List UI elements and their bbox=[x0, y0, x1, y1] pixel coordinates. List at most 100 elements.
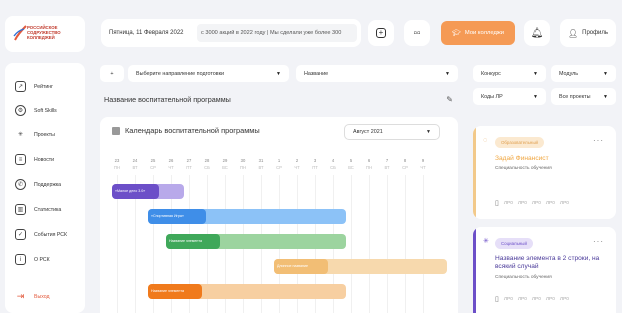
sidebar-item-soft-skills[interactable]: ⚙ Soft Skills bbox=[15, 105, 57, 116]
sidebar-item-label: О РСК bbox=[34, 256, 50, 263]
sidebar-item-label: События РСК bbox=[34, 231, 68, 238]
logo-icon bbox=[13, 25, 27, 41]
contest-select[interactable]: Конкурс ▼ bbox=[473, 65, 546, 82]
sidebar-item-projects[interactable]: ✳ Проекты bbox=[15, 129, 55, 140]
day-gridline bbox=[405, 175, 406, 313]
sidebar: ↗ Рейтинг ⚙ Soft Skills ✳ Проекты ≡ Ново… bbox=[5, 63, 85, 313]
sidebar-item-label: Выход bbox=[34, 293, 50, 300]
document-icon: ≡ bbox=[15, 154, 26, 165]
sidebar-item-label: Поддержка bbox=[34, 181, 62, 188]
weekday-label: ПН bbox=[365, 165, 373, 170]
gantt-bar[interactable]: Название элемента bbox=[166, 234, 346, 249]
my-colleges-button[interactable]: 🎓︎ Мои колледжи bbox=[441, 21, 515, 45]
calendar-icon bbox=[112, 126, 120, 135]
logo[interactable]: РОССИЙСКОЕ СОДРУЖЕСТВО КОЛЛЕДЖЕЙ bbox=[5, 16, 85, 52]
gantt-bar[interactable]: «Спортивная Игра» bbox=[148, 209, 346, 224]
caret-down-icon: ▼ bbox=[276, 70, 281, 77]
weekday-label: ПН bbox=[113, 165, 121, 170]
direction-select[interactable]: Выберите направление подготовки ▼ bbox=[128, 65, 289, 82]
gantt-bar[interactable]: Название элемента bbox=[148, 284, 346, 299]
weekday-label: ЧТ bbox=[168, 165, 174, 170]
day-number: 26 bbox=[168, 158, 174, 163]
day-column-header: 7 ВТ bbox=[378, 157, 396, 171]
add-filter-button[interactable]: + bbox=[100, 65, 124, 82]
user-icon: 👤︎ bbox=[567, 28, 579, 38]
day-column-header: 25 СР bbox=[144, 157, 162, 171]
day-number: 5 bbox=[349, 158, 353, 163]
sidebar-item-support[interactable]: ✆ Поддержка bbox=[15, 179, 61, 190]
event-card[interactable]: ✳ Социальный ··· Название элемента в 2 с… bbox=[473, 227, 616, 313]
edit-icon[interactable]: ✎ bbox=[446, 95, 453, 104]
clock-icon: ◌ bbox=[483, 137, 488, 144]
weekday-label: ВС bbox=[222, 165, 228, 170]
calendar-title: Календарь воспитательной программы bbox=[125, 126, 260, 135]
weekday-label: СР bbox=[150, 165, 156, 170]
info-icon: i bbox=[15, 254, 26, 265]
codes-select[interactable]: Коды ЛР ▼ bbox=[473, 88, 546, 105]
weekday-label: ПТ bbox=[186, 165, 192, 170]
grid-button[interactable]: ▫▫ bbox=[404, 20, 430, 46]
gear-icon: ⚙ bbox=[15, 105, 26, 116]
weekday-label: ВТ bbox=[384, 165, 390, 170]
caret-down-icon: ▼ bbox=[533, 70, 538, 77]
stats-icon: ▥ bbox=[15, 204, 26, 215]
sidebar-item-rating[interactable]: ↗ Рейтинг bbox=[15, 81, 53, 92]
code-label: ЛР0 bbox=[559, 200, 569, 206]
day-column-header: 28 СБ bbox=[198, 157, 216, 171]
day-column-header: 29 ВС bbox=[216, 157, 234, 171]
module-select[interactable]: Модуль ▼ bbox=[551, 65, 616, 82]
sidebar-item-exit[interactable]: ⇥ Выход bbox=[15, 291, 50, 302]
notifications-button[interactable]: 🔔︎ bbox=[524, 20, 550, 46]
day-column-header: 30 ПН bbox=[234, 157, 252, 171]
loader-icon: ✳ bbox=[17, 132, 24, 138]
gantt-bar[interactable]: «Малое дело 3.0» bbox=[112, 184, 184, 199]
module-select-value: Модуль bbox=[559, 70, 579, 77]
card-title: Название элемента в 2 строки, на всякий … bbox=[495, 255, 600, 270]
projects-select[interactable]: Все проекты ▼ bbox=[551, 88, 616, 105]
more-icon[interactable]: ··· bbox=[593, 136, 604, 145]
sidebar-item-statistics[interactable]: ▥ Статистика bbox=[15, 204, 61, 215]
bell-icon: 🔔︎ bbox=[530, 27, 544, 39]
chart-icon: ↗ bbox=[15, 81, 26, 92]
add-button[interactable]: + bbox=[368, 20, 394, 46]
sidebar-item-events[interactable]: ✓ События РСК bbox=[15, 229, 67, 240]
weekday-label: СР bbox=[402, 165, 408, 170]
gantt-bar-label: «Спортивная Игра» bbox=[148, 209, 206, 224]
gantt-bar[interactable]: Длинное название bbox=[274, 259, 447, 274]
sidebar-item-label: Статистика bbox=[34, 206, 62, 213]
day-gridline bbox=[369, 175, 370, 313]
profile-button[interactable]: 👤︎ Профиль bbox=[560, 19, 616, 47]
day-number: 6 bbox=[367, 158, 371, 163]
sidebar-item-news[interactable]: ≡ Новости bbox=[15, 154, 54, 165]
day-number: 4 bbox=[331, 158, 335, 163]
gantt-bar-label: Название элемента bbox=[166, 234, 220, 249]
chat-icon: ✆ bbox=[15, 179, 26, 190]
gantt-bar-label: «Малое дело 3.0» bbox=[112, 184, 159, 199]
name-select[interactable]: Название ▼ bbox=[296, 65, 458, 82]
current-date: Пятница, 11 Февраля 2022 bbox=[109, 30, 184, 36]
day-column-header: 9 ЧТ bbox=[414, 157, 432, 171]
code-label: ЛР0 bbox=[503, 200, 513, 206]
plus-icon: + bbox=[110, 70, 114, 77]
gantt-bar-label: Длинное название bbox=[274, 259, 328, 274]
event-card[interactable]: ◌ Образовательный ··· Задай Финансист Сп… bbox=[473, 126, 616, 219]
more-icon[interactable]: ··· bbox=[593, 237, 604, 246]
profile-label: Профиль bbox=[582, 30, 609, 36]
sidebar-item-about[interactable]: i О РСК bbox=[15, 254, 50, 265]
day-number: 2 bbox=[295, 158, 299, 163]
caret-down-icon: ▼ bbox=[533, 93, 538, 100]
day-column-header: 5 ВС bbox=[342, 157, 360, 171]
news-ticker[interactable]: с 3000 акций в 2022 году | Мы сделали уж… bbox=[197, 24, 357, 42]
day-column-header: 2 ЧТ bbox=[288, 157, 306, 171]
caret-down-icon: ▼ bbox=[603, 93, 608, 100]
month-select[interactable]: Август 2021 ▼ bbox=[344, 124, 440, 140]
weekday-label: СБ bbox=[204, 165, 210, 170]
weekday-label: ВТ bbox=[132, 165, 138, 170]
day-column-header: 23 ПН bbox=[108, 157, 126, 171]
code-label: ЛР0 bbox=[531, 296, 541, 302]
sidebar-item-label: Новости bbox=[34, 156, 55, 163]
codes-select-value: Коды ЛР bbox=[481, 93, 503, 100]
day-number: 1 bbox=[277, 158, 281, 163]
code-label: ЛР0 bbox=[503, 296, 513, 302]
card-codes: ▯ ЛР0 ЛР0 ЛР0 ЛР0 ЛР0 bbox=[495, 295, 569, 303]
